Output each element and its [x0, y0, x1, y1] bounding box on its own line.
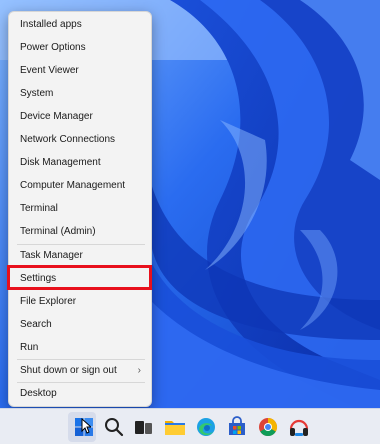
- menu-item-terminal-admin[interactable]: Terminal (Admin): [11, 221, 149, 242]
- menu-item-computer-management[interactable]: Computer Management: [11, 175, 149, 196]
- store-icon[interactable]: [225, 415, 249, 439]
- menu-item-shut-down-or-sign-out[interactable]: Shut down or sign out ›: [11, 360, 149, 381]
- mouse-cursor-icon: [81, 418, 91, 434]
- menu-item-installed-apps[interactable]: Installed apps: [11, 14, 149, 35]
- menu-item-power-options[interactable]: Power Options: [11, 37, 149, 58]
- chrome-icon[interactable]: [256, 415, 280, 439]
- task-view-icon[interactable]: [131, 415, 155, 439]
- menu-item-label: Shut down or sign out: [20, 365, 117, 376]
- desktop: Installed apps Power Options Event Viewe…: [0, 0, 380, 444]
- menu-item-task-manager[interactable]: Task Manager: [11, 245, 149, 266]
- winx-context-menu: Installed apps Power Options Event Viewe…: [8, 11, 152, 407]
- search-icon[interactable]: [102, 415, 126, 439]
- headphones-app-icon[interactable]: [287, 415, 311, 439]
- taskbar: [0, 408, 380, 444]
- menu-item-terminal[interactable]: Terminal: [11, 198, 149, 219]
- menu-item-search[interactable]: Search: [11, 314, 149, 335]
- menu-item-desktop[interactable]: Desktop: [11, 383, 149, 404]
- menu-item-disk-management[interactable]: Disk Management: [11, 152, 149, 173]
- menu-item-file-explorer[interactable]: File Explorer: [11, 291, 149, 312]
- menu-item-system[interactable]: System: [11, 83, 149, 104]
- menu-item-event-viewer[interactable]: Event Viewer: [11, 60, 149, 81]
- file-explorer-icon[interactable]: [163, 415, 187, 439]
- menu-item-run[interactable]: Run: [11, 337, 149, 358]
- edge-icon[interactable]: [194, 415, 218, 439]
- menu-item-device-manager[interactable]: Device Manager: [11, 106, 149, 127]
- chevron-right-icon: ›: [137, 365, 141, 376]
- settings-highlight-box: [7, 265, 152, 290]
- menu-item-network-connections[interactable]: Network Connections: [11, 129, 149, 150]
